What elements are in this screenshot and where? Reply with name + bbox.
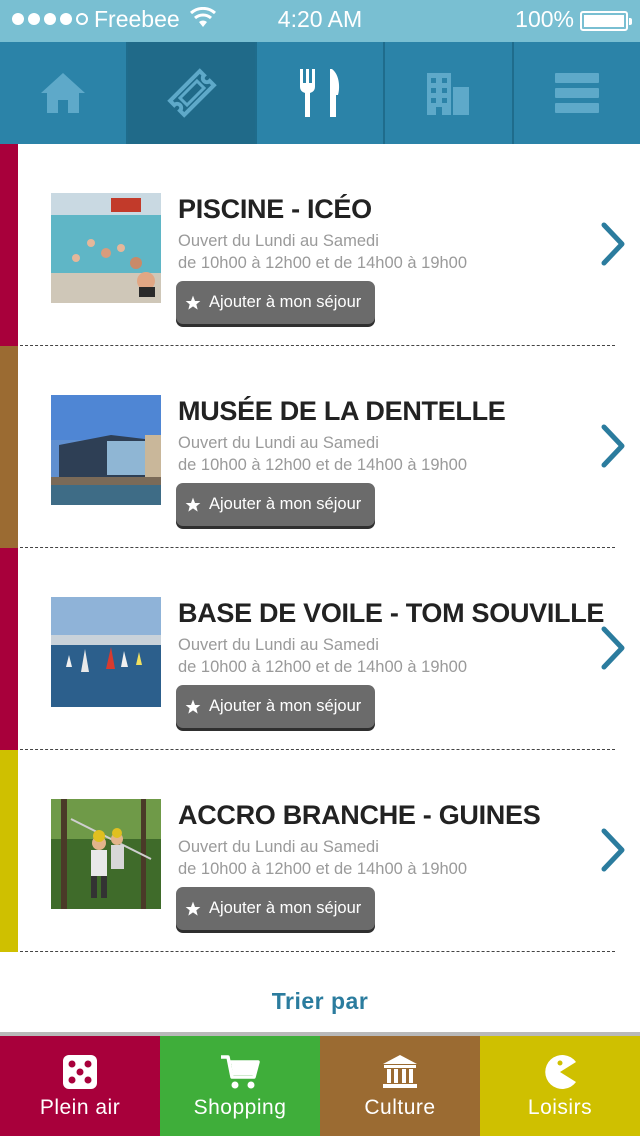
home-icon: [41, 73, 86, 113]
category-label: Culture: [364, 1096, 436, 1119]
thumbnail-sailing: [51, 597, 161, 707]
category-label: Shopping: [193, 1096, 287, 1119]
item-title: BASE DE VOILE - TOM SOUVILLE: [178, 598, 605, 628]
item-title: PISCINE - ICÉO: [178, 194, 372, 224]
star-icon: [185, 295, 201, 311]
category-shopping[interactable]: Shopping: [160, 1036, 320, 1136]
battery-icon: [580, 11, 632, 31]
list-item[interactable]: PISCINE - ICÉO Ouvert du Lundi au Samedi…: [0, 144, 640, 346]
tab-home[interactable]: [0, 42, 129, 144]
item-hours-times: de 10h00 à 12h00 et de 14h00 à 19h00: [178, 658, 468, 676]
tab-restaurants[interactable]: [257, 42, 386, 144]
tab-tickets[interactable]: [128, 42, 257, 144]
item-hours-days: Ouvert du Lundi au Samedi: [178, 636, 379, 654]
thumbnail-pool: [51, 193, 161, 303]
category-loisirs[interactable]: Loisirs: [480, 1036, 640, 1136]
category-plein-air[interactable]: Plein air: [0, 1036, 160, 1136]
chevron-right-icon[interactable]: [600, 222, 626, 271]
add-to-stay-button[interactable]: Ajouter à mon séjour: [176, 685, 375, 728]
star-icon: [185, 901, 201, 917]
ticket-icon: [166, 68, 217, 118]
item-title: MUSÉE DE LA DENTELLE: [178, 396, 506, 426]
museum-icon: [320, 1054, 480, 1090]
pacman-icon: [480, 1054, 640, 1090]
star-icon: [185, 497, 201, 513]
add-to-stay-label: Ajouter à mon séjour: [209, 697, 362, 715]
add-to-stay-button[interactable]: Ajouter à mon séjour: [176, 281, 375, 324]
item-hours-days: Ouvert du Lundi au Samedi: [178, 434, 379, 452]
add-to-stay-label: Ajouter à mon séjour: [209, 899, 362, 917]
add-to-stay-label: Ajouter à mon séjour: [209, 293, 362, 311]
status-bar: Freebee 4:20 AM 100%: [0, 0, 640, 42]
item-title: ACCRO BRANCHE - GUINES: [178, 800, 541, 830]
menu-icon: [554, 73, 599, 113]
top-nav: [0, 42, 640, 144]
tab-hotels[interactable]: [385, 42, 514, 144]
category-stripe: [0, 548, 18, 750]
thumbnail-treetop: [51, 799, 161, 909]
list-item[interactable]: MUSÉE DE LA DENTELLE Ouvert du Lundi au …: [0, 346, 640, 548]
item-hours-days: Ouvert du Lundi au Samedi: [178, 232, 379, 250]
activity-list: PISCINE - ICÉO Ouvert du Lundi au Samedi…: [0, 144, 640, 952]
chevron-right-icon[interactable]: [600, 626, 626, 675]
add-to-stay-button[interactable]: Ajouter à mon séjour: [176, 887, 375, 930]
item-hours-times: de 10h00 à 12h00 et de 14h00 à 19h00: [178, 254, 468, 272]
item-hours-times: de 10h00 à 12h00 et de 14h00 à 19h00: [178, 860, 468, 878]
category-label: Plein air: [39, 1096, 121, 1119]
category-bar: Plein air Shopping Culture Loisirs: [0, 1036, 640, 1136]
fork-knife-icon: [300, 69, 340, 117]
category-stripe: [0, 144, 18, 346]
chevron-right-icon[interactable]: [600, 828, 626, 877]
item-hours-times: de 10h00 à 12h00 et de 14h00 à 19h00: [178, 456, 468, 474]
chevron-right-icon[interactable]: [600, 424, 626, 473]
category-stripe: [0, 346, 18, 548]
cart-icon: [160, 1054, 320, 1090]
dice-icon: [0, 1054, 160, 1090]
list-item[interactable]: ACCRO BRANCHE - GUINES Ouvert du Lundi a…: [0, 750, 640, 952]
item-hours-days: Ouvert du Lundi au Samedi: [178, 838, 379, 856]
list-item[interactable]: BASE DE VOILE - TOM SOUVILLE Ouvert du L…: [0, 548, 640, 750]
battery-percent: 100%: [515, 6, 574, 32]
sort-by-link[interactable]: Trier par: [0, 988, 640, 1015]
category-stripe: [0, 750, 18, 952]
category-label: Loisirs: [527, 1096, 593, 1119]
category-culture[interactable]: Culture: [320, 1036, 480, 1136]
add-to-stay-label: Ajouter à mon séjour: [209, 495, 362, 513]
divider: [20, 951, 615, 952]
add-to-stay-button[interactable]: Ajouter à mon séjour: [176, 483, 375, 526]
star-icon: [185, 699, 201, 715]
thumbnail-museum: [51, 395, 161, 505]
tab-menu[interactable]: [514, 42, 640, 144]
building-icon: [427, 73, 470, 115]
